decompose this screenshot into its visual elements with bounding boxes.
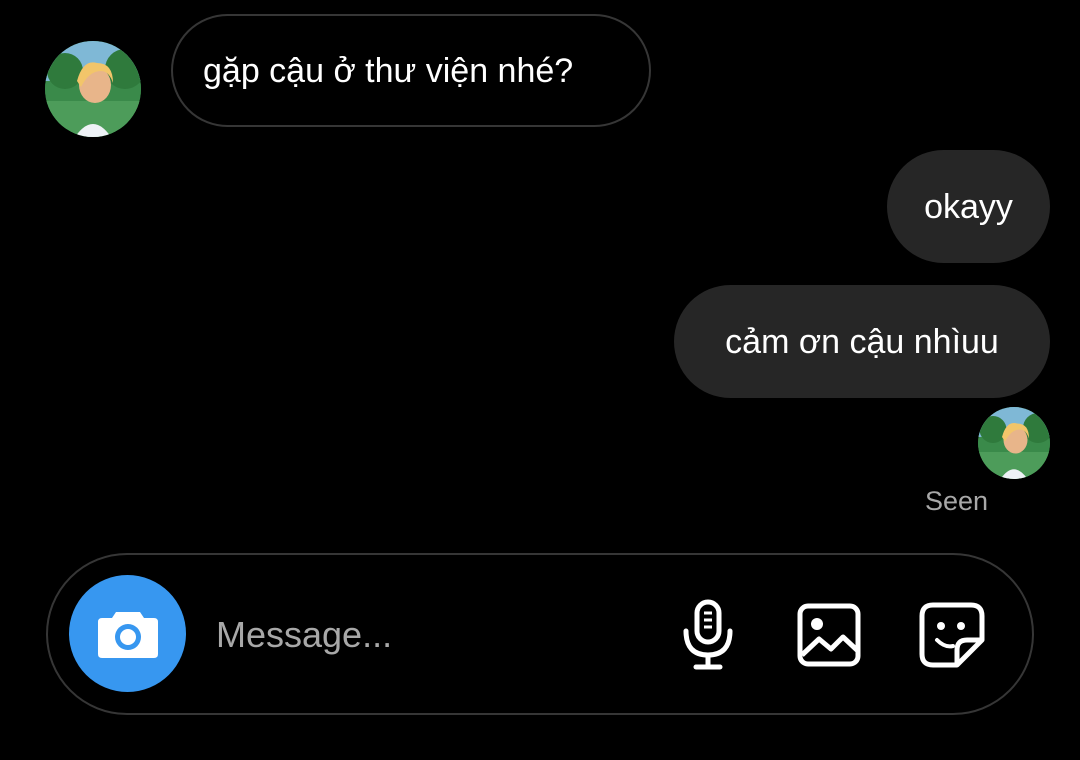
message-text: gặp cậu ở thư viện nhé? bbox=[203, 51, 574, 90]
microphone-icon bbox=[683, 599, 733, 670]
sticker-icon bbox=[919, 602, 985, 668]
avatar-photo bbox=[978, 407, 1050, 479]
voice-message-button[interactable] bbox=[668, 595, 748, 675]
seen-avatar bbox=[978, 407, 1050, 479]
message-input[interactable] bbox=[216, 603, 636, 667]
message-text: cảm ơn cậu nhìuu bbox=[725, 322, 999, 361]
incoming-message-bubble[interactable]: gặp cậu ở thư viện nhé? bbox=[171, 14, 651, 127]
sticker-button[interactable] bbox=[912, 595, 992, 675]
seen-status: Seen bbox=[924, 486, 988, 516]
outgoing-message-bubble[interactable]: cảm ơn cậu nhìuu bbox=[674, 285, 1050, 398]
avatar-photo bbox=[45, 41, 141, 137]
message-text: okayy bbox=[924, 187, 1013, 226]
gallery-button[interactable] bbox=[789, 595, 869, 675]
image-icon bbox=[797, 603, 861, 667]
message-composer bbox=[46, 553, 1034, 715]
chat-screen: gặp cậu ở thư viện nhé? okayy cảm ơn cậu… bbox=[0, 0, 1080, 760]
outgoing-message-bubble[interactable]: okayy bbox=[887, 150, 1050, 263]
camera-icon bbox=[97, 611, 158, 658]
sender-avatar[interactable] bbox=[45, 41, 141, 137]
camera-button[interactable] bbox=[69, 575, 186, 692]
